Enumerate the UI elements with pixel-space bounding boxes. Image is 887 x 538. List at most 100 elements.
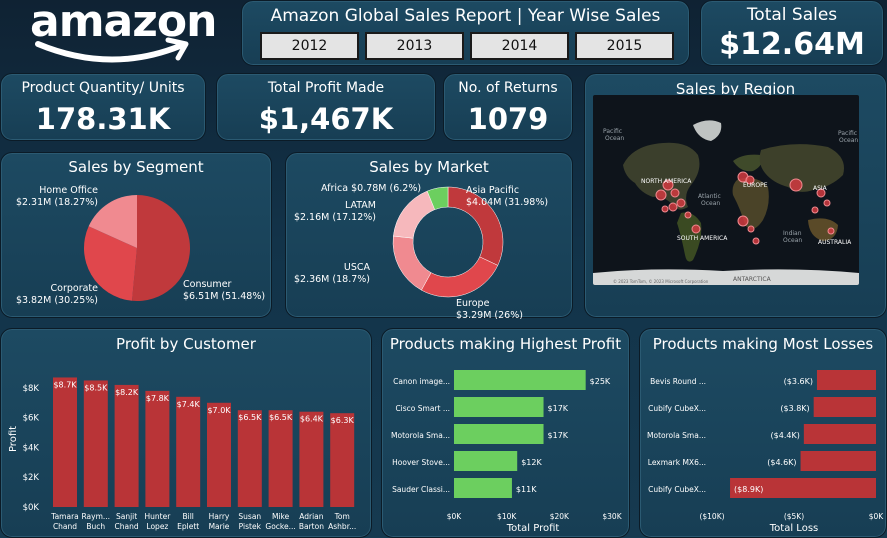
x-tick-label: Chand [53, 522, 77, 531]
map-label: AUSTRALIA [818, 239, 852, 246]
bar[interactable] [53, 377, 77, 507]
bar[interactable] [268, 410, 293, 507]
slice-latam[interactable] [393, 190, 436, 239]
bar-value-label: $7.8K [146, 394, 170, 403]
bar-value-label: $7.0K [207, 406, 231, 415]
year-button-2014[interactable]: 2014 [470, 32, 569, 60]
x-tick-label: ($5K) [784, 512, 804, 521]
y-tick-label: Cubify CubeX... [648, 404, 706, 413]
bar[interactable] [454, 370, 586, 390]
bar-value-label: ($3.6K) [784, 377, 813, 386]
bar-value-label: ($4.6K) [767, 458, 796, 467]
slice-europe[interactable] [421, 256, 499, 298]
map-label: Atlantic [698, 193, 721, 200]
bar-value-label: ($8.9K) [734, 485, 763, 494]
year-slicer-card: Amazon Global Sales Report | Year Wise S… [241, 0, 690, 66]
x-tick-label: $20K [550, 512, 570, 521]
bar[interactable] [454, 451, 518, 471]
bar[interactable] [83, 380, 108, 507]
slice-name-label: USCA [344, 262, 371, 273]
y-axis-label: Profit [8, 426, 19, 452]
map-label: EUROPE [743, 182, 768, 189]
bar-value-label: $25K [590, 377, 611, 386]
x-tick-label: $10K [497, 512, 517, 521]
slice-value-label: $4.04M (31.98%) [466, 197, 548, 208]
bar[interactable] [803, 424, 876, 444]
x-tick-label: $30K [602, 512, 622, 521]
x-tick-label: Tamara [50, 512, 79, 521]
y-tick-label: Lexmark MX6... [648, 458, 706, 467]
bar[interactable] [454, 424, 544, 444]
quantity-label: Product Quantity/ Units [21, 80, 185, 96]
quantity-card: Product Quantity/ Units 178.31K [0, 73, 206, 141]
bar[interactable] [800, 451, 876, 471]
bar-value-label: $12K [521, 458, 542, 467]
y-tick-label: Motorola Sma... [647, 431, 706, 440]
slice-usca[interactable] [392, 235, 432, 291]
bar-value-label: $6.5K [238, 413, 262, 422]
x-tick-label: Gocke... [265, 522, 295, 531]
year-button-2012[interactable]: 2012 [260, 32, 359, 60]
slice-name-label: Africa $0.78M (6.2%) [321, 183, 421, 194]
slice-value-label: $2.16M (17.12%) [294, 212, 376, 223]
year-button-2013[interactable]: 2013 [365, 32, 464, 60]
bar[interactable] [299, 411, 324, 507]
x-tick-label: Chand [115, 522, 139, 531]
x-tick-label: Sanjit [116, 512, 137, 521]
bar[interactable] [176, 396, 201, 507]
map-label: Pacific [603, 128, 622, 135]
bar[interactable] [813, 397, 876, 417]
x-tick-label: Adrian [299, 512, 324, 521]
world-map[interactable]: Pacific Ocean NORTH AMERICA Atlantic Oce… [593, 95, 859, 285]
y-tick-label: $8K [23, 384, 40, 394]
x-tick-label: Lopez [146, 522, 168, 531]
returns-value: 1079 [467, 102, 549, 136]
x-tick-label: Harry [209, 512, 230, 521]
segment-pie-chart: Consumer$6.51M (51.48%) Corporate$3.82M (… [16, 185, 265, 306]
year-button-2015[interactable]: 2015 [575, 32, 674, 60]
map-footer: © 2023 TomTom, © 2023 Microsoft Corporat… [613, 279, 709, 284]
profit-card: Total Profit Made $1,467K [216, 73, 436, 141]
region-map-card: Sales by Region Pacific Ocean NORTH AMER… [584, 73, 887, 318]
market-card: Sales by Market Asia Pacific $4.04M (31.9… [285, 152, 573, 319]
x-tick-label: Mike [272, 512, 290, 521]
y-tick-label: $2K [23, 473, 40, 483]
x-tick-label: ($10K) [699, 512, 724, 521]
top-losses-bar-chart: Bevis Round ... ($3.6K) Cubify CubeX... ($3… [647, 370, 884, 534]
y-tick-label: Bevis Round ... [650, 377, 706, 386]
bar[interactable] [454, 478, 512, 498]
bar[interactable] [207, 402, 231, 507]
total-sales-label: Total Sales [746, 5, 838, 25]
y-tick-label: $4K [23, 443, 40, 453]
x-tick-label: Pistek [239, 522, 262, 531]
x-tick-label: Ashbr... [328, 522, 356, 531]
bar[interactable] [237, 410, 262, 507]
bar[interactable] [145, 390, 170, 507]
market-donut-chart: Asia Pacific$4.04M (31.98%) Europe$3.29M … [294, 183, 548, 319]
total-sales-card: Total Sales $12.64M [700, 0, 884, 66]
y-tick-label: Canon image... [393, 377, 450, 386]
year-buttons: 2012 2013 2014 2015 [260, 32, 674, 60]
slice-consumer[interactable] [132, 195, 191, 301]
map-label: Ocean [701, 200, 720, 207]
map-label: Pacific [838, 130, 857, 137]
x-tick-label: Buch [86, 522, 105, 531]
x-tick-label: Bill [182, 512, 193, 521]
map-label: Ocean [783, 237, 802, 244]
bar[interactable] [454, 397, 544, 417]
x-axis-label: Total Profit [506, 523, 560, 534]
returns-label: No. of Returns [458, 80, 558, 96]
bar[interactable] [114, 384, 139, 507]
bar[interactable] [816, 370, 876, 390]
bar[interactable] [330, 413, 355, 507]
bar-value-label: $8.2K [115, 388, 139, 397]
x-tick-label: Hunter [145, 512, 172, 521]
bar-value-label: $17K [548, 431, 569, 440]
returns-card: No. of Returns 1079 [443, 73, 573, 141]
bar-value-label: $8.7K [53, 380, 77, 389]
bar-value-label: $7.4K [177, 400, 201, 409]
total-sales-value: $12.64M [719, 27, 865, 62]
y-tick-label: Cubify CubeX... [648, 485, 706, 494]
slice-value-label: $2.36M (18.7%) [294, 274, 370, 285]
smile-arrow-icon [35, 37, 189, 63]
